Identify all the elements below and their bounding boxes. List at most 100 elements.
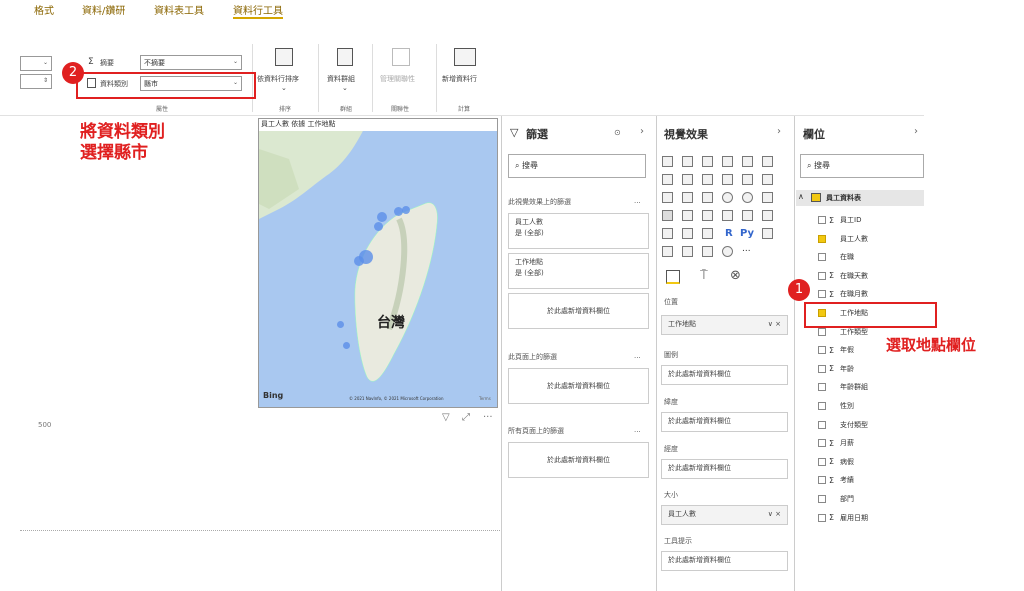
decomposition-tree-icon[interactable] (662, 246, 673, 257)
line-clustered-icon[interactable] (742, 174, 753, 185)
field-row[interactable]: 部門 (818, 493, 854, 505)
treemap-icon[interactable] (762, 192, 773, 203)
field-checkbox[interactable] (818, 271, 826, 280)
more-visuals-icon[interactable]: ... (742, 244, 751, 254)
field-row[interactable]: Σ 考績 (818, 474, 854, 486)
smart-narrative-icon[interactable] (702, 246, 713, 257)
waterfall-icon[interactable] (662, 192, 673, 203)
field-checkbox[interactable] (818, 290, 826, 299)
line-column-icon[interactable] (722, 174, 733, 185)
ribbon-chart-icon[interactable] (762, 174, 773, 185)
line-chart-icon[interactable] (662, 174, 673, 185)
card-icon[interactable] (722, 210, 733, 221)
field-checkbox[interactable] (818, 513, 826, 522)
field-row[interactable]: Σ 月薪 (818, 437, 854, 449)
manage-relationships-button[interactable]: 管理關聯性 (376, 46, 430, 96)
map-visual-icon[interactable] (662, 210, 673, 221)
location-field-well[interactable]: 工作地點 ∨ × (661, 315, 788, 335)
percent-bar-icon[interactable] (742, 156, 753, 167)
latitude-dropzone[interactable]: 於此處新增資料欄位 (661, 412, 788, 432)
field-checkbox[interactable] (818, 439, 826, 448)
field-checkbox[interactable] (818, 216, 826, 224)
stacked-bar-icon[interactable] (662, 156, 673, 167)
stacked-column-icon[interactable] (682, 156, 693, 167)
field-checkbox[interactable] (818, 420, 826, 429)
sort-by-column-button[interactable]: 依資料行排序 ⌄ (255, 46, 313, 96)
map-bubble[interactable] (374, 222, 383, 231)
python-visual-icon[interactable]: Py (740, 228, 754, 239)
field-row[interactable]: 在職 (818, 251, 854, 263)
add-field-dropzone[interactable]: 於此處新增資料欄位 (508, 442, 649, 478)
remove-field-icon[interactable]: ∨ × (768, 319, 781, 330)
add-field-dropzone[interactable]: 於此處新增資料欄位 (508, 368, 649, 404)
map-terms-link[interactable]: Terms (479, 396, 491, 401)
add-field-dropzone[interactable]: 於此處新增資料欄位 (508, 293, 649, 329)
fields-tab-icon[interactable] (666, 270, 680, 284)
more-icon[interactable]: ... (634, 352, 641, 360)
matrix-icon[interactable] (702, 228, 713, 239)
pie-icon[interactable] (722, 192, 733, 203)
scatter-icon[interactable] (702, 192, 713, 203)
eye-icon[interactable]: ⊙ (614, 128, 621, 137)
field-row[interactable]: Σ 員工ID (818, 214, 861, 226)
filters-search-input[interactable]: ⌕ 搜尋 (508, 154, 646, 178)
field-checkbox[interactable] (818, 457, 826, 466)
summarize-dropdown[interactable]: 不摘要 ⌄ (140, 55, 242, 70)
field-checkbox[interactable] (818, 402, 826, 410)
field-row[interactable]: 年齡群組 (818, 381, 868, 393)
data-groups-button[interactable]: 資料群組 ⌄ (323, 46, 369, 96)
map-bubble[interactable] (337, 321, 344, 328)
chevron-up-icon[interactable]: ∧ (798, 192, 804, 201)
field-checkbox[interactable] (818, 476, 826, 485)
format-paint-icon[interactable]: ⍑ (700, 268, 708, 283)
slicer-icon[interactable] (662, 228, 673, 239)
more-icon[interactable]: ... (634, 426, 641, 434)
donut-icon[interactable] (742, 192, 753, 203)
clustered-column-icon[interactable] (722, 156, 733, 167)
field-row[interactable]: 支付類型 (818, 419, 868, 431)
tab-table-tools[interactable]: 資料表工具 (154, 2, 204, 17)
map-bubble[interactable] (354, 256, 364, 266)
decimal-stepper[interactable]: ⇕ (20, 74, 52, 89)
collapse-fields-icon[interactable]: › (914, 126, 918, 137)
field-row[interactable]: 員工人數 (818, 233, 868, 245)
field-checkbox[interactable] (818, 346, 826, 355)
stacked-area-icon[interactable] (702, 174, 713, 185)
r-visual-icon[interactable]: R (725, 228, 733, 239)
more-options-icon[interactable]: ··· (483, 412, 493, 423)
field-row[interactable]: Σ 年齡 (818, 363, 854, 375)
filter-card-employees[interactable]: 員工人數是 (全部) (508, 213, 649, 249)
field-checkbox[interactable] (818, 327, 826, 336)
map-bubble[interactable] (343, 342, 350, 349)
size-field-well[interactable]: 員工人數 ∨ × (661, 505, 788, 525)
collapse-viz-icon[interactable]: › (777, 126, 781, 137)
filter-icon[interactable]: ▽ (442, 412, 450, 423)
format-dropdown[interactable]: ⌄ (20, 56, 52, 71)
field-checkbox[interactable] (818, 383, 826, 392)
area-chart-icon[interactable] (682, 174, 693, 185)
field-row[interactable]: Σ 年假 (818, 344, 854, 356)
kpi-icon[interactable] (762, 210, 773, 221)
field-checkbox[interactable] (818, 234, 826, 243)
custom-visual-icon[interactable] (722, 246, 733, 257)
map-bubble[interactable] (377, 212, 387, 222)
key-influencers-icon[interactable] (762, 228, 773, 239)
funnel-icon[interactable] (682, 192, 693, 203)
remove-field-icon[interactable]: ∨ × (768, 509, 781, 520)
legend-dropzone[interactable]: 於此處新增資料欄位 (661, 365, 788, 385)
filter-card-location[interactable]: 工作地點是 (全部) (508, 253, 649, 289)
qa-icon[interactable] (682, 246, 693, 257)
tab-column-tools[interactable]: 資料行工具 (233, 2, 283, 19)
field-row[interactable]: Σ 雇用日期 (818, 512, 868, 524)
tab-format[interactable]: 格式 (34, 2, 54, 17)
field-checkbox[interactable] (818, 364, 826, 373)
table-visual-icon[interactable] (682, 228, 693, 239)
map-bubble[interactable] (402, 206, 410, 214)
focus-mode-icon[interactable]: ⤢ (462, 412, 470, 423)
field-row[interactable]: Σ 在職天數 (818, 270, 868, 282)
field-row[interactable]: Σ 病假 (818, 456, 854, 468)
map-visual[interactable]: 員工人數 依據 工作地點 台灣 Bing © 2021 NavInfo, © 2… (258, 118, 498, 408)
field-checkbox[interactable] (818, 495, 826, 503)
fields-search-input[interactable]: ⌕ 搜尋 (800, 154, 924, 178)
gauge-icon[interactable] (702, 210, 713, 221)
